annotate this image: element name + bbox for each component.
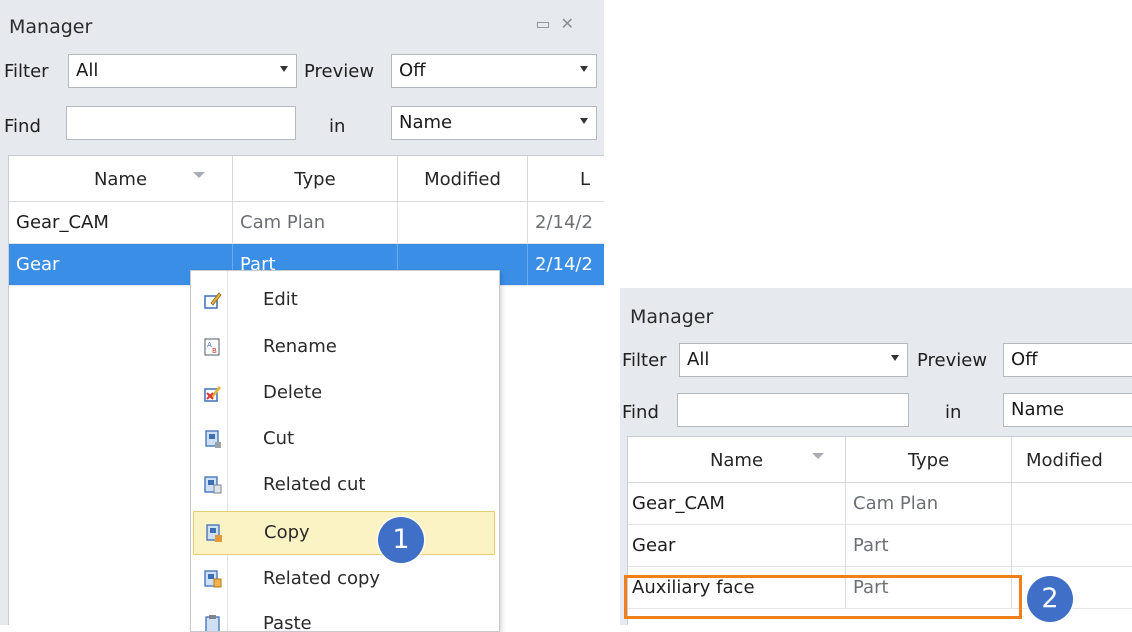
sort-arrow-icon	[812, 453, 824, 459]
in-label: in	[945, 402, 962, 423]
column-header-type[interactable]: Type	[233, 156, 398, 202]
step-1-badge: 1	[378, 517, 424, 563]
panel-title: Manager	[9, 16, 93, 38]
cut-icon	[205, 430, 221, 448]
preview-select[interactable]: Off	[1003, 343, 1132, 377]
menu-item-cut[interactable]: Cut	[193, 418, 495, 462]
rename-icon: A B	[204, 338, 220, 356]
cell-type: Cam Plan	[846, 483, 1012, 524]
cell-modified	[398, 202, 528, 243]
preview-select[interactable]: Off	[391, 54, 597, 88]
paste-icon	[205, 615, 220, 631]
edit-icon	[204, 292, 222, 309]
sort-arrow-icon	[193, 172, 205, 178]
svg-text:B: B	[212, 347, 217, 355]
cell-name: Gear_CAM	[628, 483, 846, 524]
cell-type: Cam Plan	[233, 202, 398, 243]
restore-icon[interactable]: ▭	[535, 14, 560, 33]
in-field-value: Name	[1011, 399, 1065, 420]
chevron-down-icon	[580, 118, 588, 124]
column-header-type[interactable]: Type	[846, 437, 1012, 483]
find-label: Find	[4, 116, 41, 137]
table-row[interactable]: Gear Part	[628, 525, 1132, 567]
cell-name: Gear	[628, 525, 846, 566]
close-icon[interactable]: ✕	[561, 14, 584, 33]
column-header-modified[interactable]: Modified	[1012, 437, 1132, 483]
filter-select[interactable]: All	[68, 54, 297, 88]
preview-value: Off	[1011, 349, 1038, 370]
context-menu: Edit A B Rename Delete Cut Related cut C…	[190, 270, 500, 632]
chevron-down-icon	[891, 355, 899, 361]
panel-title: Manager	[630, 306, 714, 328]
cell-name: Gear_CAM	[9, 202, 233, 243]
find-input[interactable]	[66, 106, 296, 140]
column-header-name[interactable]: Name	[628, 437, 846, 483]
filter-value: All	[687, 349, 710, 370]
cell-last: 2/14/2	[528, 202, 604, 243]
copy-icon	[206, 524, 222, 542]
step-2-badge: 2	[1027, 576, 1073, 622]
in-label: in	[329, 116, 346, 137]
column-header-last[interactable]: L	[528, 156, 604, 202]
menu-item-copy[interactable]: Copy	[193, 511, 495, 555]
cell-last: 2/14/2	[528, 244, 604, 285]
filter-label: Filter	[4, 61, 49, 82]
in-field-select[interactable]: Name	[391, 106, 597, 140]
panel-window-controls: ▭✕	[535, 14, 584, 33]
chevron-down-icon	[580, 66, 588, 72]
related-cut-icon	[204, 476, 222, 494]
in-field-select[interactable]: Name	[1003, 393, 1132, 427]
delete-icon	[204, 386, 221, 402]
menu-item-paste[interactable]: Paste	[193, 603, 495, 631]
menu-item-edit[interactable]: Edit	[193, 279, 495, 323]
related-copy-icon	[204, 570, 222, 588]
preview-label: Preview	[917, 350, 988, 371]
table-row[interactable]: Gear_CAM Cam Plan 2/14/2	[9, 202, 604, 244]
column-header-name[interactable]: Name	[9, 156, 233, 202]
chevron-down-icon	[280, 66, 288, 72]
preview-label: Preview	[304, 61, 375, 82]
table-row[interactable]: Gear_CAM Cam Plan	[628, 483, 1132, 525]
cell-type: Part	[846, 525, 1012, 566]
filter-label: Filter	[622, 350, 667, 371]
menu-item-related-copy[interactable]: Related copy	[193, 558, 495, 602]
in-field-value: Name	[399, 112, 453, 133]
menu-item-rename[interactable]: A B Rename	[193, 326, 495, 370]
preview-value: Off	[399, 60, 426, 81]
filter-value: All	[76, 60, 99, 81]
highlight-outline	[624, 575, 1022, 619]
menu-item-related-cut[interactable]: Related cut	[193, 464, 495, 508]
filter-select[interactable]: All	[679, 343, 908, 377]
menu-item-delete[interactable]: Delete	[193, 372, 495, 416]
find-input[interactable]	[677, 393, 909, 427]
column-header-modified[interactable]: Modified	[398, 156, 528, 202]
find-label: Find	[622, 402, 659, 423]
